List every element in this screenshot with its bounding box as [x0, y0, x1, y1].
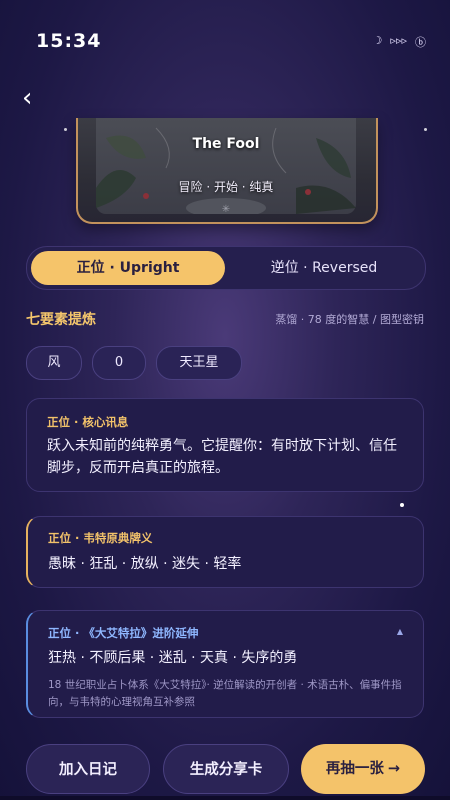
- core-message-text: 跃入未知前的纯粹勇气。它提醒你：有时放下计划、信任脚步，反而开启真正的旅程。: [47, 438, 397, 476]
- orientation-toggle: 正位 · Upright 逆位 · Reversed: [26, 246, 426, 290]
- waite-meaning-label: 正位 · 韦特原典牌义: [48, 531, 153, 545]
- star-decoration: [64, 128, 67, 131]
- add-journal-button[interactable]: 加入日记: [26, 744, 150, 794]
- moon-icon: ☽: [372, 34, 383, 47]
- share-card-button[interactable]: 生成分享卡: [163, 744, 289, 794]
- expand-icon[interactable]: ▲: [397, 627, 403, 636]
- status-icons: ☽ ▹▹▹ ⓑ: [373, 34, 426, 50]
- core-message-panel: 正位 · 核心讯息 跃入未知前的纯粹勇气。它提醒你：有时放下计划、信任脚步，反而…: [26, 398, 424, 492]
- card-illustration: ✳: [96, 127, 356, 214]
- signal-icon: ▹▹▹: [390, 34, 407, 47]
- planet-chip[interactable]: 天王星: [156, 346, 242, 380]
- tarot-card[interactable]: ✳ The Fool 冒险 · 开始 · 纯真: [76, 118, 378, 224]
- etteilla-text: 狂热 · 不顾后果 · 迷乱 · 天真 · 失序的勇: [48, 650, 298, 666]
- chevron-left-icon: ‹: [22, 83, 33, 113]
- reversed-tab[interactable]: 逆位 · Reversed: [227, 251, 421, 285]
- status-time: 15:34: [36, 30, 102, 52]
- elements-note: 蒸馏 · 78 度的智慧 / 图型密钥: [275, 313, 424, 326]
- svg-text:✳: ✳: [222, 204, 230, 214]
- status-bar: 15:34 ☽ ▹▹▹ ⓑ: [0, 0, 450, 84]
- upright-tab[interactable]: 正位 · Upright: [31, 251, 225, 285]
- battery-icon: ⓑ: [415, 36, 426, 49]
- redraw-button[interactable]: 再抽一张 →: [301, 744, 425, 794]
- elements-heading: 七要素提炼: [26, 312, 96, 328]
- star-decoration: [424, 128, 427, 131]
- arrow-right-icon: →: [387, 761, 401, 777]
- home-indicator-bar: [0, 796, 450, 800]
- etteilla-panel: 正位 · 《大艾特拉》进阶延伸 ▲ 狂热 · 不顾后果 · 迷乱 · 天真 · …: [26, 610, 424, 718]
- element-chip[interactable]: 风: [26, 346, 82, 380]
- core-message-label: 正位 · 核心讯息: [47, 415, 129, 429]
- share-card-label: 生成分享卡: [189, 762, 263, 778]
- redraw-label: 再抽一张: [325, 761, 384, 777]
- add-journal-label: 加入日记: [59, 762, 117, 778]
- etteilla-footnote: 18 世纪职业占卜体系《大艾特拉》· 逆位解读的开创者 · 术语古朴、偏事件指向…: [48, 679, 402, 708]
- card-keywords: 冒险 · 开始 · 纯真: [178, 180, 274, 194]
- card-name: The Fool: [192, 136, 260, 152]
- star-decoration: [400, 503, 404, 507]
- waite-meaning-panel: 正位 · 韦特原典牌义 愚昧 · 狂乱 · 放纵 · 迷失 · 轻率: [26, 516, 424, 588]
- card-artwork: ✳ The Fool 冒险 · 开始 · 纯真: [96, 118, 356, 214]
- number-chip[interactable]: 0: [92, 346, 146, 380]
- etteilla-label: 正位 · 《大艾特拉》进阶延伸: [48, 626, 199, 640]
- waite-meaning-text: 愚昧 · 狂乱 · 放纵 · 迷失 · 轻率: [48, 556, 242, 572]
- back-button[interactable]: ‹: [22, 84, 46, 112]
